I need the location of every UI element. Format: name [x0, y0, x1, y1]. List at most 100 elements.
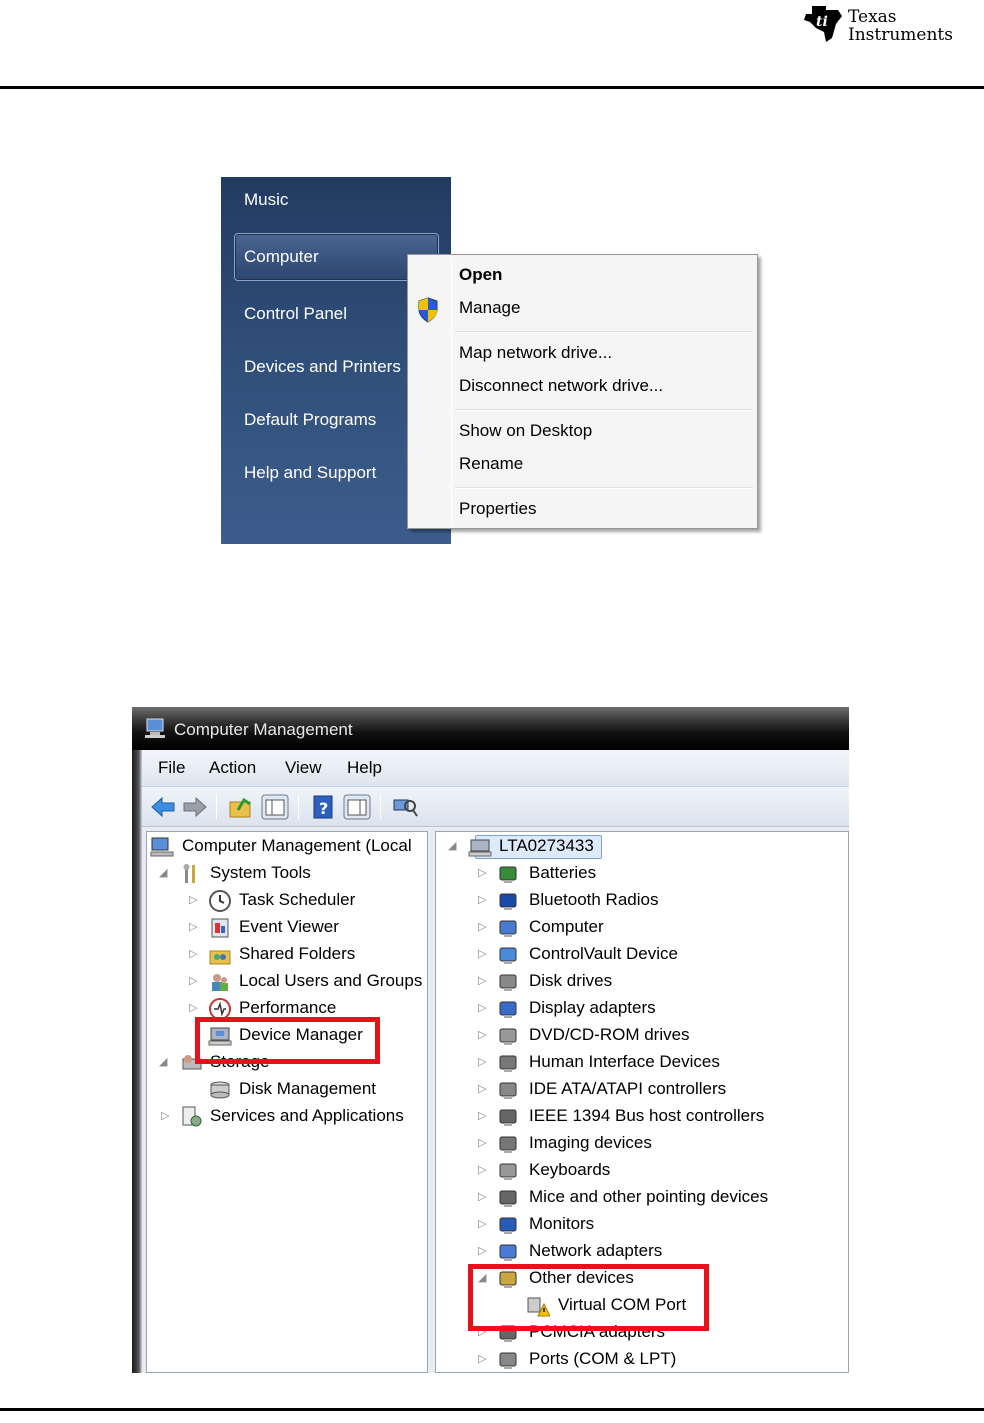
- tree-label: Ports (COM & LPT): [529, 1349, 677, 1368]
- start-item-music[interactable]: Music: [244, 190, 288, 210]
- start-item-help-and-support[interactable]: Help and Support: [244, 463, 376, 483]
- menu-item-rename[interactable]: Rename: [459, 454, 523, 474]
- logo-line-1: Texas: [848, 7, 897, 27]
- collapsed-arrow-icon[interactable]: ▷: [478, 1216, 490, 1232]
- tree-label: Display adapters: [529, 998, 656, 1017]
- menu-separator: [455, 487, 753, 489]
- toolbar: ?: [142, 787, 849, 827]
- device-category-icon: [499, 1190, 517, 1207]
- svg-text:?: ?: [319, 799, 328, 818]
- collapsed-arrow-icon[interactable]: ▷: [478, 973, 490, 989]
- tree-label: IDE ATA/ATAPI controllers: [529, 1079, 727, 1098]
- menu-item-open[interactable]: Open: [459, 265, 502, 285]
- device-category-icon: [499, 1352, 517, 1369]
- device-category-icon: [499, 893, 517, 910]
- texas-instruments-logo: ti Texas Instruments: [800, 0, 984, 50]
- collapsed-arrow-icon[interactable]: ▷: [478, 1000, 490, 1016]
- up-folder-icon[interactable]: [226, 792, 256, 822]
- menu-view[interactable]: View: [285, 758, 322, 778]
- tree-label: Disk drives: [529, 971, 613, 990]
- tree-label: Performance: [239, 998, 337, 1017]
- tree-label: System Tools: [210, 863, 311, 882]
- collapsed-arrow-icon[interactable]: ▷: [478, 865, 490, 881]
- menu-item-properties[interactable]: Properties: [459, 499, 536, 519]
- logo-line-2: Instruments: [848, 25, 953, 45]
- expanded-arrow-icon[interactable]: ◢: [159, 865, 171, 881]
- help-icon[interactable]: ?: [308, 792, 338, 822]
- header-rule: [0, 86, 984, 89]
- tree-label: Task Scheduler: [239, 890, 356, 909]
- device-category-icon: [499, 1001, 517, 1018]
- collapsed-arrow-icon[interactable]: ▷: [478, 946, 490, 962]
- tree-label: IEEE 1394 Bus host controllers: [529, 1106, 765, 1125]
- tree-label: Human Interface Devices: [529, 1052, 720, 1071]
- forward-arrow-icon[interactable]: [180, 792, 210, 822]
- menu-separator: [455, 409, 753, 411]
- collapsed-arrow-icon[interactable]: ▷: [161, 1108, 173, 1124]
- menu-item-manage[interactable]: Manage: [459, 298, 520, 318]
- users-icon: [212, 974, 228, 991]
- collapsed-arrow-icon[interactable]: ▷: [189, 1000, 201, 1016]
- window-titlebar[interactable]: Computer Management: [132, 707, 849, 750]
- collapsed-arrow-icon[interactable]: ▷: [478, 1135, 490, 1151]
- highlight-device-manager: [195, 1017, 380, 1064]
- start-item-devices-and-printers[interactable]: Devices and Printers: [244, 357, 401, 377]
- menu-help[interactable]: Help: [347, 758, 382, 778]
- collapsed-arrow-icon[interactable]: ▷: [478, 1108, 490, 1124]
- tree-label: Computer Management (Local: [182, 836, 412, 855]
- menu-separator: [455, 331, 753, 333]
- collapsed-arrow-icon[interactable]: ▷: [189, 973, 201, 989]
- menu-file[interactable]: File: [158, 758, 185, 778]
- expanded-arrow-icon[interactable]: ◢: [159, 1054, 171, 1070]
- scan-hardware-changes-icon[interactable]: [390, 792, 420, 822]
- collapsed-arrow-icon[interactable]: ▷: [478, 1162, 490, 1178]
- tree-label: Batteries: [529, 863, 597, 882]
- back-arrow-icon[interactable]: [148, 792, 178, 822]
- console-tree-pane: Computer Management (Local ◢ System Tool…: [146, 831, 428, 1373]
- collapsed-arrow-icon[interactable]: ▷: [189, 946, 201, 962]
- tree-label: Keyboards: [529, 1160, 611, 1179]
- computer-management-window: Computer Management File Action View Hel…: [132, 707, 849, 1373]
- tree-label: Local Users and Groups: [239, 971, 423, 990]
- device-category-icon: [499, 1055, 517, 1072]
- collapsed-arrow-icon[interactable]: ▷: [478, 892, 490, 908]
- svg-text:ti: ti: [816, 14, 828, 30]
- collapsed-arrow-icon[interactable]: ▷: [478, 1054, 490, 1070]
- menu-item-map-network-drive[interactable]: Map network drive...: [459, 343, 612, 363]
- start-item-default-programs[interactable]: Default Programs: [244, 410, 376, 430]
- collapsed-arrow-icon[interactable]: ▷: [189, 919, 201, 935]
- device-category-icon: [499, 1244, 517, 1261]
- start-item-computer[interactable]: Computer: [244, 247, 319, 267]
- collapsed-arrow-icon[interactable]: ▷: [478, 1027, 490, 1043]
- collapsed-arrow-icon[interactable]: ▷: [478, 1243, 490, 1259]
- device-category-icon: [499, 1217, 517, 1234]
- tree-label: DVD/CD-ROM drives: [529, 1025, 690, 1044]
- tree-label: ControlVault Device: [529, 944, 678, 963]
- collapsed-arrow-icon[interactable]: ▷: [189, 892, 201, 908]
- expanded-arrow-icon[interactable]: ◢: [448, 838, 460, 854]
- disk-management-icon: [210, 1081, 230, 1099]
- menu-item-disconnect-network-drive[interactable]: Disconnect network drive...: [459, 376, 663, 396]
- device-category-icon: [499, 866, 517, 883]
- tree-label: Network adapters: [529, 1241, 663, 1260]
- device-category-icon: [499, 1082, 517, 1099]
- collapsed-arrow-icon[interactable]: ▷: [478, 1351, 490, 1367]
- event-viewer-icon: [211, 918, 229, 938]
- device-category-icon: [499, 1163, 517, 1180]
- context-menu: Open Manage Map network drive... Disconn…: [407, 254, 758, 529]
- show-hide-action-pane-icon[interactable]: [342, 792, 372, 822]
- show-hide-console-tree-icon[interactable]: [260, 792, 290, 822]
- collapsed-arrow-icon[interactable]: ▷: [478, 1081, 490, 1097]
- tree-label: Monitors: [529, 1214, 595, 1233]
- collapsed-arrow-icon[interactable]: ▷: [478, 1189, 490, 1205]
- start-item-control-panel[interactable]: Control Panel: [244, 304, 347, 324]
- menu-item-show-on-desktop[interactable]: Show on Desktop: [459, 421, 592, 441]
- collapsed-arrow-icon[interactable]: ▷: [478, 919, 490, 935]
- computer-management-icon: [150, 837, 174, 857]
- menu-action[interactable]: Action: [209, 758, 256, 778]
- device-category-icon: [499, 1028, 517, 1045]
- device-category-icon: [499, 974, 517, 991]
- tree-label: Services and Applications: [210, 1106, 404, 1125]
- highlight-virtual-com-port: [468, 1264, 709, 1331]
- ti-state-icon: ti: [804, 6, 842, 42]
